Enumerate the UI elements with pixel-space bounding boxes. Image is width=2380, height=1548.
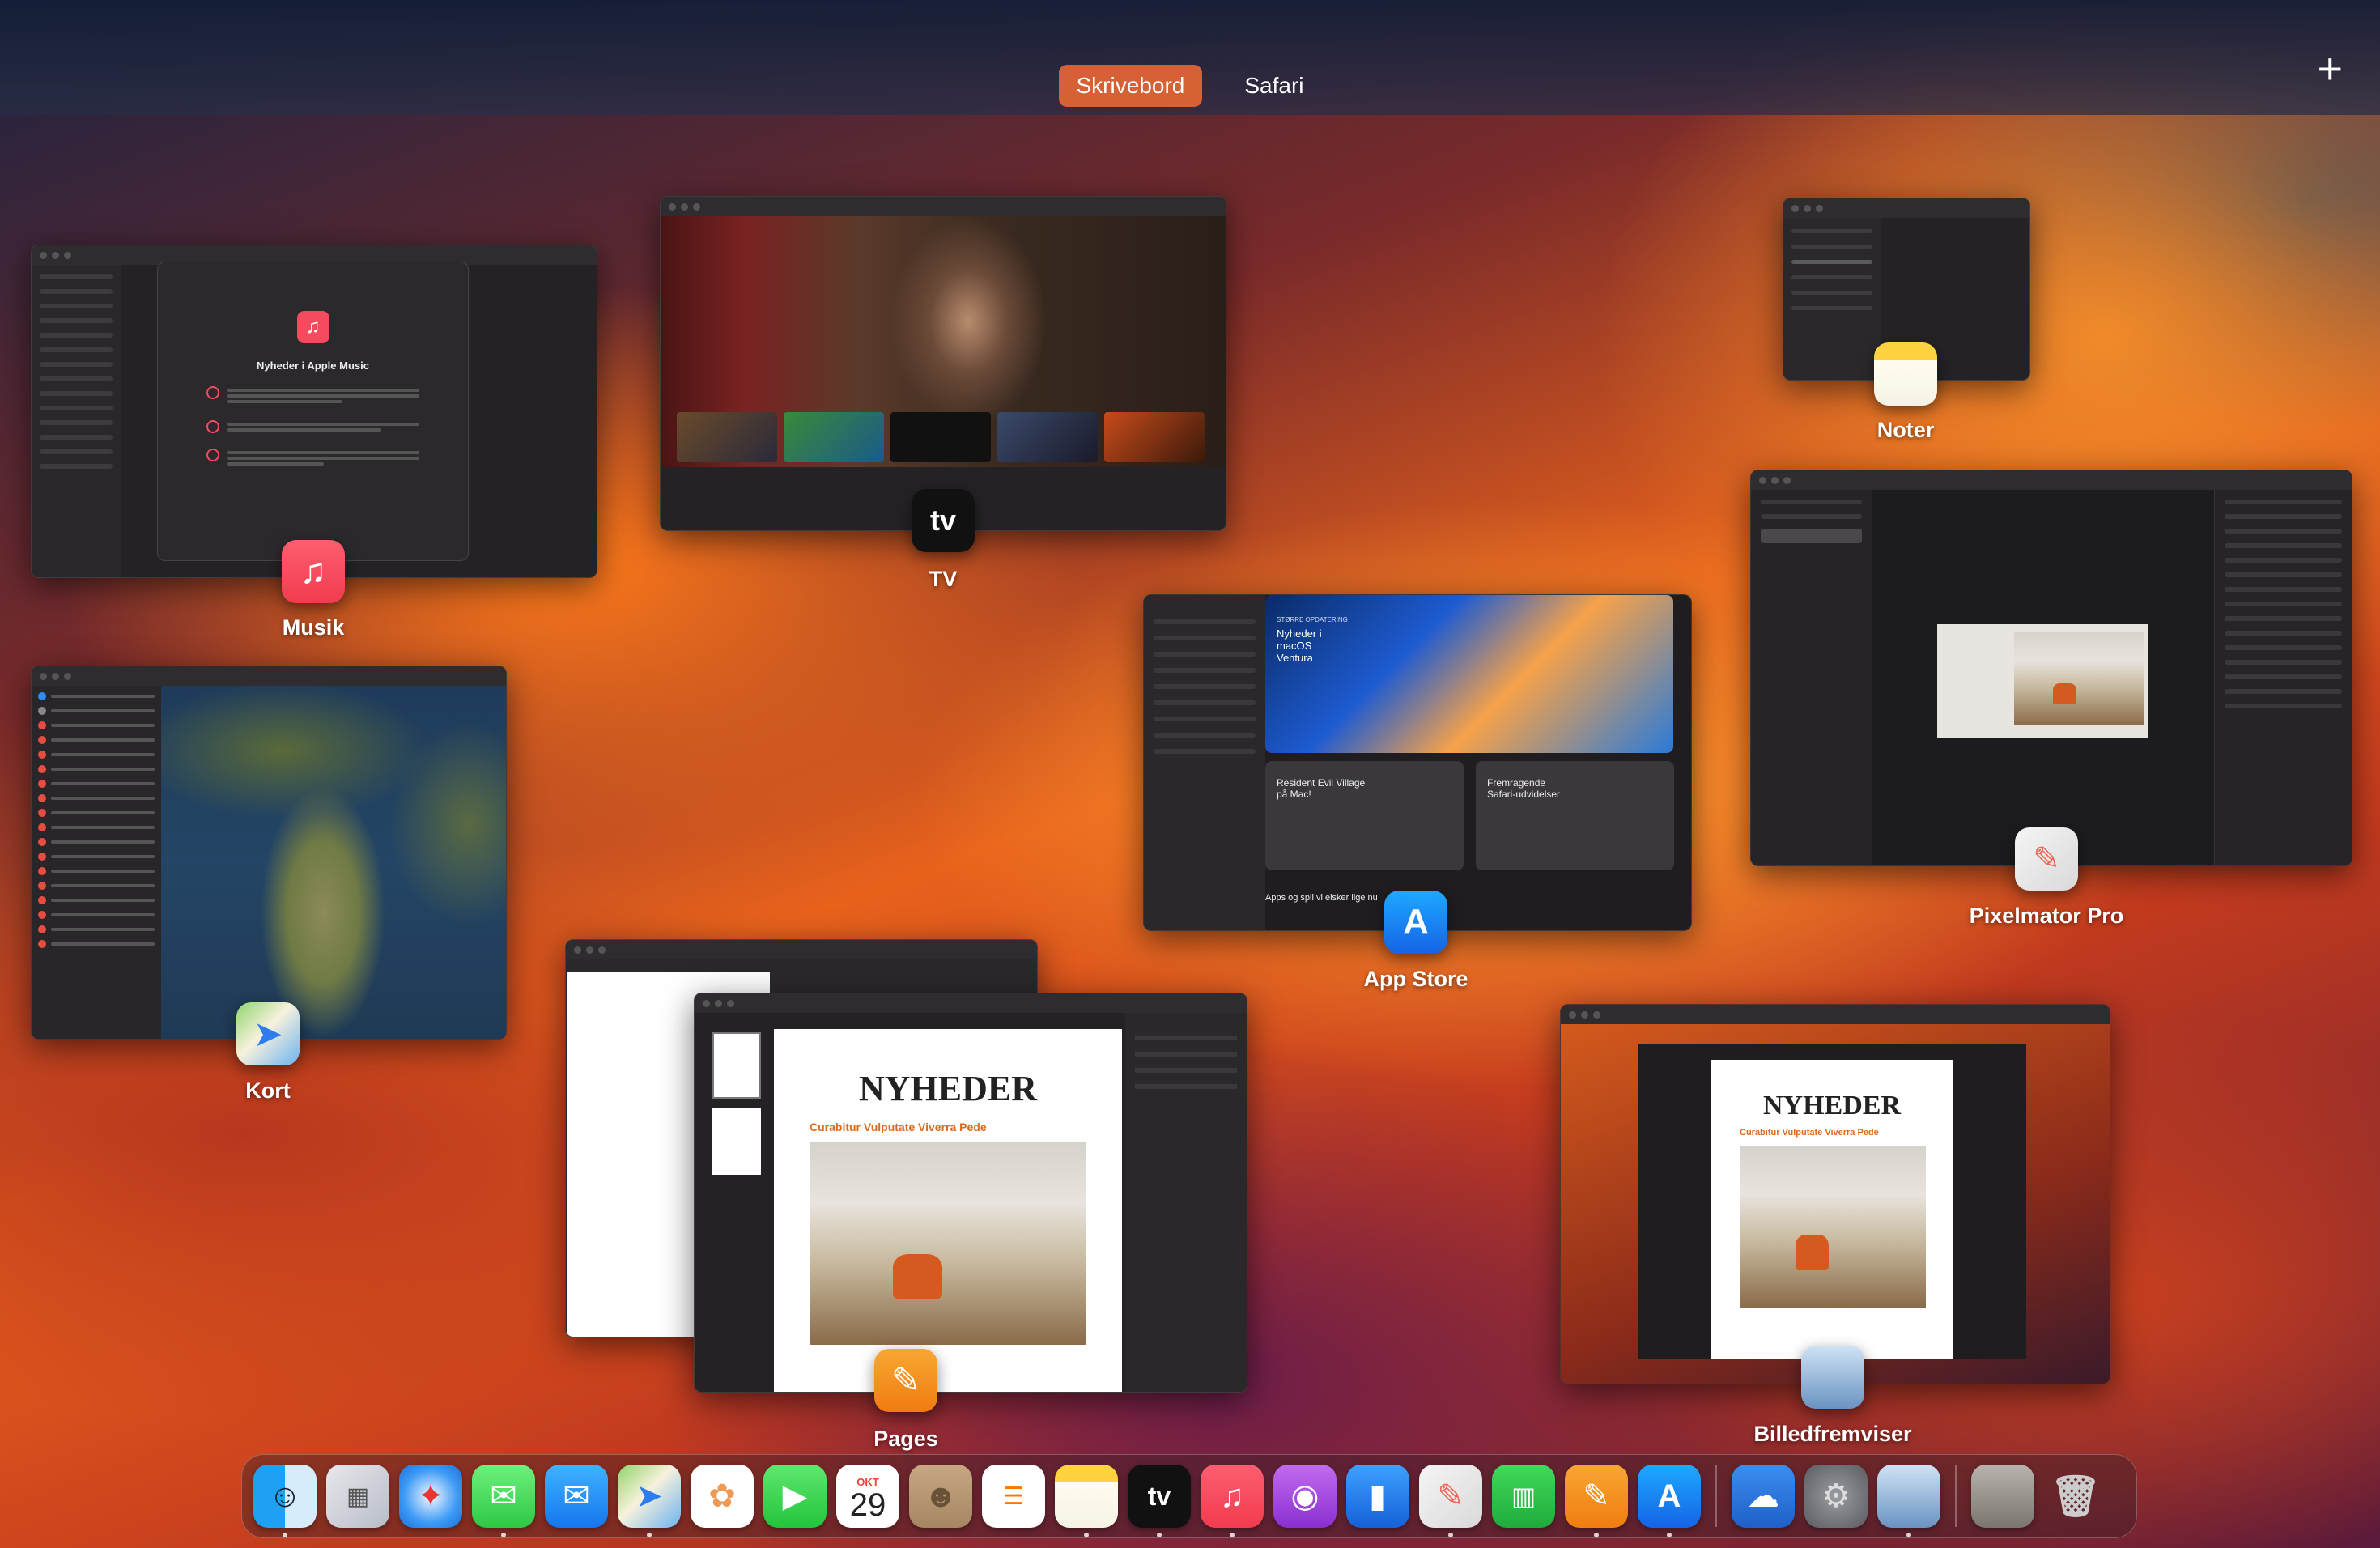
calendar-day: 29 (849, 1487, 886, 1523)
appstore-section-heading: Apps og spil vi elsker lige nu (1265, 893, 1378, 903)
music-sidebar (32, 265, 121, 577)
pages-subheadline: Curabitur Vulputate Viverra Pede (810, 1121, 987, 1133)
pixelmator-arrange-panel (2214, 490, 2352, 865)
heart-icon (206, 420, 219, 433)
preview-subheadline: Curabitur Vulputate Viverra Pede (1740, 1128, 1879, 1138)
pages-photo (810, 1142, 1086, 1345)
pixelmator-layers-panel (1751, 490, 1872, 865)
appstore-sidebar (1144, 595, 1265, 930)
safari-icon[interactable]: ✦ (399, 1465, 462, 1528)
appstore-card-safari-extensions[interactable]: Fremragende Safari-udvidelser (1476, 761, 1674, 870)
preview-app-icon[interactable] (1801, 1346, 1864, 1409)
downloads-stack-icon[interactable] (1971, 1465, 2034, 1528)
tv-app-label: TV (929, 567, 958, 591)
maps-sidebar (32, 686, 161, 1039)
mail-icon[interactable]: ✉ (545, 1465, 608, 1528)
space-tab-skrivebord[interactable]: Skrivebord (1058, 65, 1203, 107)
pages-window-front[interactable]: NYHEDER Curabitur Vulputate Viverra Pede (694, 993, 1247, 1393)
notes-sidebar (1783, 218, 1881, 380)
appstore-window[interactable]: STØRRE OPDATERING Nyheder i macOS Ventur… (1143, 594, 1692, 931)
preview-app-label: Billedfremviser (1753, 1422, 1912, 1446)
dock-separator-2 (1955, 1465, 1957, 1527)
pages-app-icon[interactable]: ✎ (874, 1349, 937, 1412)
podcasts-icon[interactable]: ◉ (1273, 1465, 1337, 1528)
pages-inspector (1125, 1013, 1247, 1392)
pages-document: NYHEDER Curabitur Vulputate Viverra Pede (774, 1029, 1122, 1392)
tv-content-row (677, 412, 1205, 462)
weather-icon[interactable]: ☁ (1732, 1465, 1795, 1528)
system-settings-icon[interactable]: ⚙ (1804, 1465, 1868, 1528)
launchpad-icon[interactable]: ▦ (326, 1465, 389, 1528)
appstore-app-label: App Store (1363, 967, 1468, 991)
tv-window[interactable] (660, 196, 1226, 531)
calendar-icon[interactable]: OKT 29 (836, 1465, 899, 1528)
maps-app-icon[interactable]: ➤ (236, 1002, 300, 1065)
notes-app-icon[interactable] (1874, 342, 1937, 406)
appstore-feature-banner[interactable]: STØRRE OPDATERING Nyheder i macOS Ventur… (1265, 595, 1673, 753)
facetime-icon[interactable]: ▶ (763, 1465, 827, 1528)
pages-headline: NYHEDER (858, 1069, 1038, 1108)
numbers-icon[interactable]: ▥ (1492, 1465, 1555, 1528)
photos-icon[interactable]: ✿ (691, 1465, 754, 1528)
appstore-app-icon[interactable]: A (1384, 891, 1447, 954)
music-app-label: Musik (282, 615, 345, 640)
tv-app-icon[interactable]: tv (912, 489, 975, 552)
music-dock-icon[interactable]: ♫ (1201, 1465, 1264, 1537)
maps-satellite-view[interactable] (161, 686, 506, 1039)
notes-app-label: Noter (1876, 418, 1935, 442)
appstore-feature-kicker: STØRRE OPDATERING (1277, 616, 1348, 623)
appstore-card-resident-evil[interactable]: Resident Evil Village på Mac! (1265, 761, 1464, 870)
pixelmator-canvas (1937, 624, 2148, 738)
notes-dock-icon[interactable] (1055, 1465, 1118, 1537)
pixelmator-app-label: Pixelmator Pro (1969, 904, 2124, 928)
contacts-icon[interactable]: ☻ (909, 1465, 972, 1528)
preview-headline: NYHEDER (1762, 1091, 1902, 1121)
tv-dock-icon[interactable]: tv (1128, 1465, 1191, 1537)
messages-icon[interactable]: ✉ (472, 1465, 535, 1537)
appstore-dock-icon[interactable]: A (1638, 1465, 1701, 1537)
pixelmator-app-icon[interactable]: ✎ (2015, 827, 2078, 891)
star-icon (206, 386, 219, 399)
tv-hero-image (661, 216, 1226, 467)
music-whats-new-dialog: ♫ Nyheder i Apple Music (157, 262, 469, 561)
music-window[interactable]: ♫ Nyheder i Apple Music (31, 245, 597, 578)
pages-app-label: Pages (873, 1427, 938, 1451)
preview-dock-icon[interactable] (1877, 1465, 1940, 1537)
music-note-icon: ♫ (296, 311, 329, 343)
music-app-icon[interactable]: ♫ (282, 540, 345, 603)
spaces-bar: Skrivebord Safari + (0, 0, 2380, 115)
maps-app-label: Kort (245, 1078, 291, 1103)
appstore-feature-title: Nyheder i macOS Ventura (1277, 627, 1322, 664)
pages-dock-icon[interactable]: ✎ (1565, 1465, 1628, 1537)
dock: ☺ ▦ ✦ ✉ ✉ ➤ ✿ ▶ OKT 29 ☻ ☰ tv ♫ ◉ ▮ ✎ ▥ … (241, 1454, 2137, 1538)
space-tabs: Skrivebord Safari (0, 65, 2380, 107)
finder-icon[interactable]: ☺ (253, 1465, 317, 1537)
pixelmator-dock-icon[interactable]: ✎ (1419, 1465, 1482, 1537)
music-dialog-title: Nyheder i Apple Music (257, 359, 369, 372)
preview-window[interactable]: NYHEDER Curabitur Vulputate Viverra Pede (1560, 1004, 2110, 1384)
keynote-icon[interactable]: ▮ (1346, 1465, 1409, 1528)
reminders-icon[interactable]: ☰ (982, 1465, 1045, 1528)
dock-separator (1715, 1465, 1717, 1527)
preview-photo (1740, 1146, 1926, 1308)
trash-icon[interactable]: 🗑 (2044, 1465, 2107, 1528)
maps-window[interactable] (31, 666, 507, 1040)
pages-thumbnails (712, 1032, 761, 1175)
add-space-button[interactable]: + (2317, 47, 2343, 91)
maps-dock-icon[interactable]: ➤ (618, 1465, 681, 1537)
preview-screenshot: NYHEDER Curabitur Vulputate Viverra Pede (1561, 1024, 2110, 1384)
space-tab-safari[interactable]: Safari (1226, 65, 1321, 107)
pixelmator-window[interactable] (1750, 470, 2352, 866)
music-notes-icon (206, 449, 219, 461)
